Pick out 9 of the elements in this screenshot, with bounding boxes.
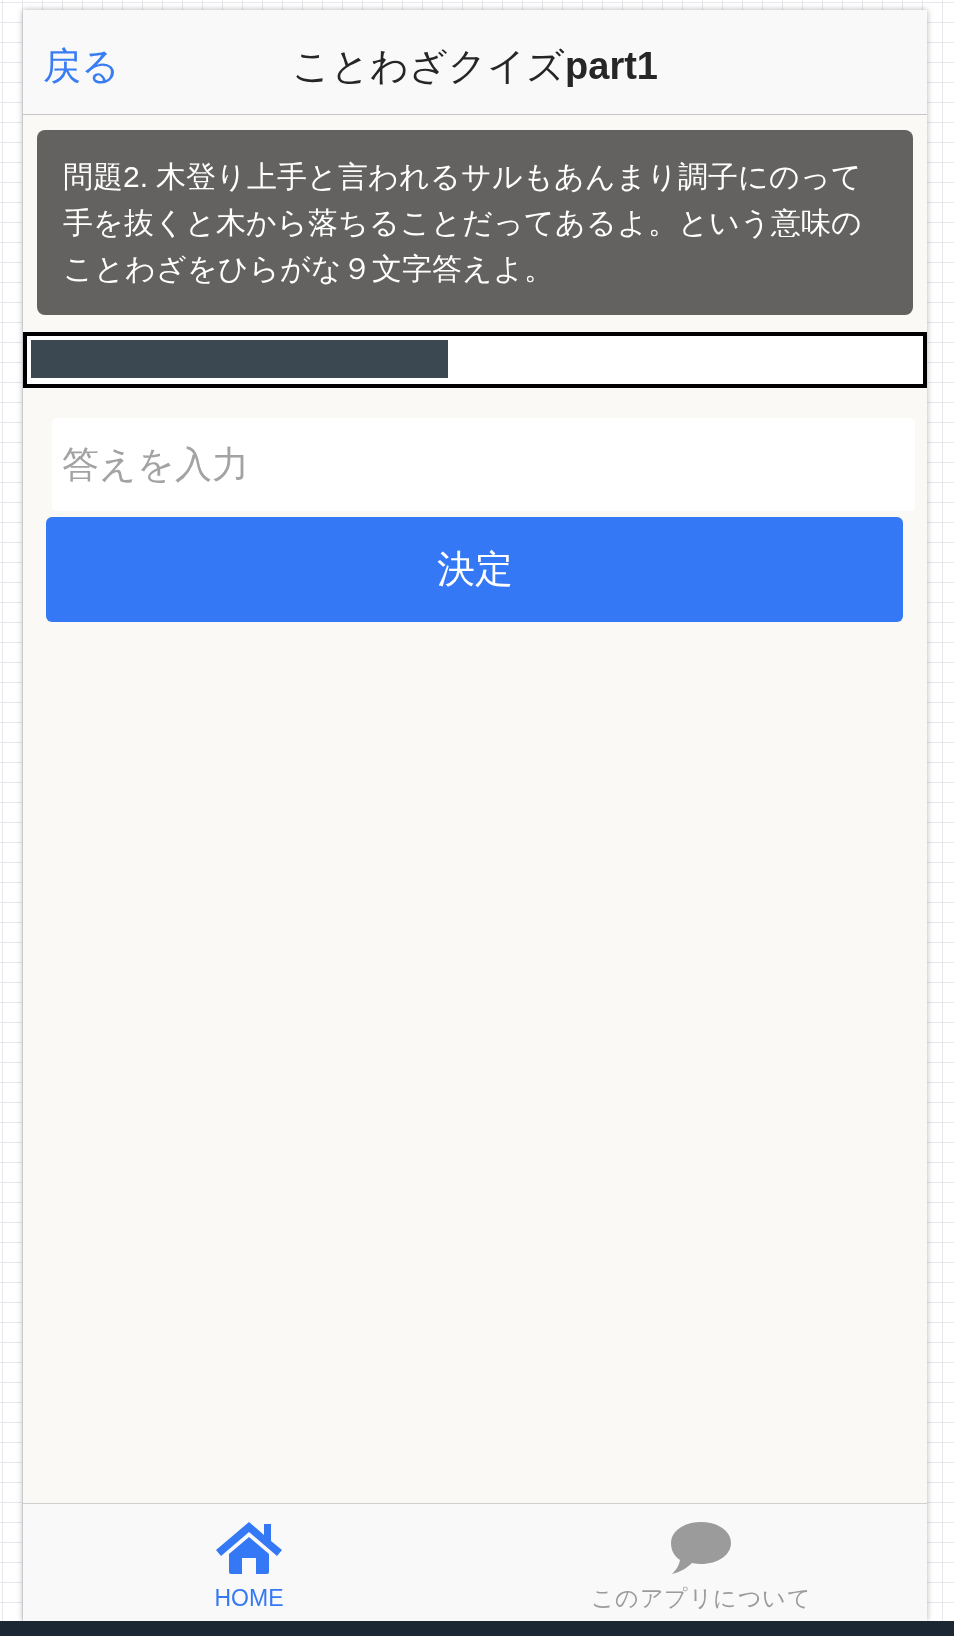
question-text: 問題2. 木登り上手と言われるサルもあんまり調子にのって手を抜くと木から落ちることだってあるよ。という意味のことわざをひらがな９文字答えよ。	[37, 130, 913, 315]
speech-bubble-icon	[671, 1522, 731, 1574]
about-tab[interactable]: このアプリについて	[475, 1504, 927, 1621]
submit-button[interactable]: 決定	[46, 517, 903, 622]
home-tab[interactable]: HOME	[23, 1504, 475, 1621]
answer-field[interactable]: 答えを入力	[52, 418, 915, 511]
back-button[interactable]: 戻る	[43, 44, 120, 88]
home-icon	[216, 1522, 282, 1574]
screen-title: ことわざクイズpart1	[292, 43, 658, 88]
